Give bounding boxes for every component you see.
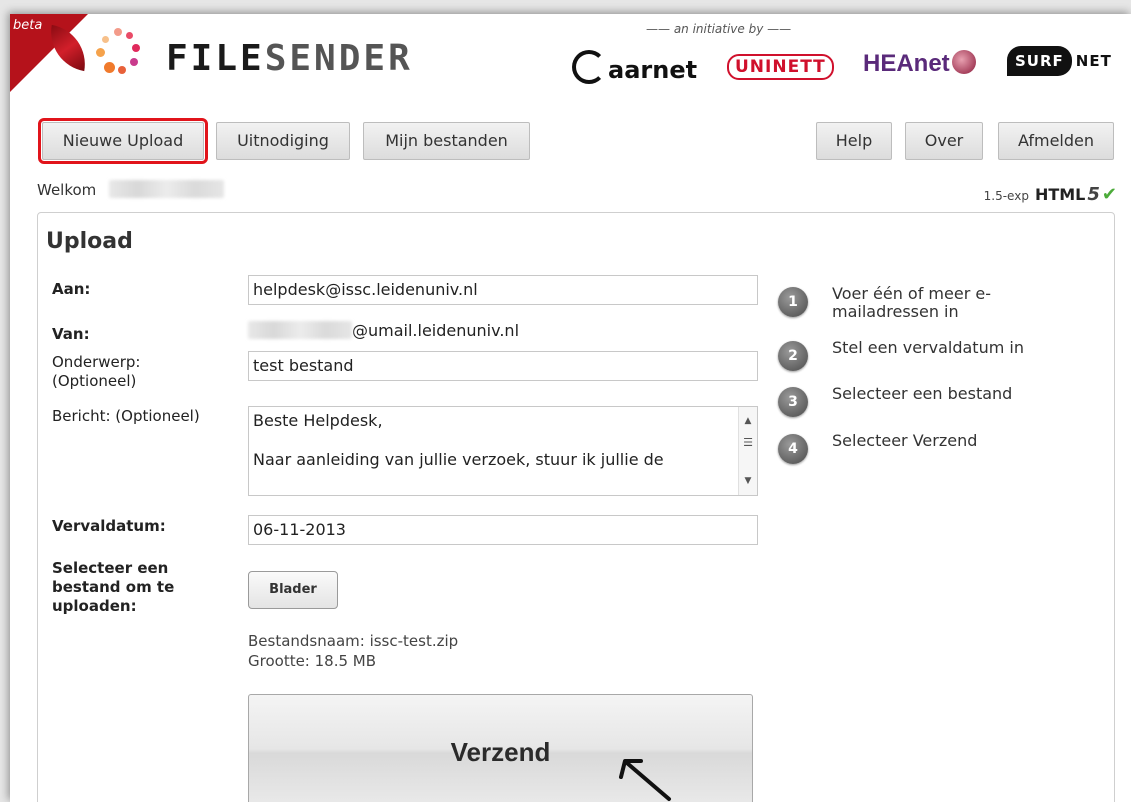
logo-sender: SENDER: [264, 38, 413, 79]
nav-logout-button[interactable]: Afmelden: [998, 122, 1114, 160]
aarnet-text: aarnet: [608, 56, 698, 84]
subject-input[interactable]: test bestand: [248, 351, 758, 381]
beta-ribbon: beta: [10, 14, 88, 92]
aarnet-logo: aarnet: [572, 50, 697, 84]
aarnet-swirl-icon: [572, 50, 606, 84]
nav-new-upload-button[interactable]: Nieuwe Upload: [38, 118, 208, 164]
send-button[interactable]: Verzend: [248, 694, 753, 802]
message-scrollbar[interactable]: ▲ ☰ ▼: [738, 407, 757, 495]
step-1-line2: mailadressen in: [832, 302, 959, 321]
scroll-down-icon[interactable]: ▼: [739, 471, 757, 491]
subject-label: Onderwerp: (Optioneel): [52, 353, 140, 391]
subject-label-line2: (Optioneel): [52, 372, 137, 390]
scroll-up-icon[interactable]: ▲: [739, 411, 757, 431]
heanet-logo: HEAnet: [863, 50, 976, 78]
nav-about-button[interactable]: Over: [905, 122, 983, 160]
file-name: Bestandsnaam: issc-test.zip: [248, 632, 459, 650]
surfnet-logo: SURF NET: [1007, 46, 1112, 76]
step-4-text: Selecteer Verzend: [832, 431, 978, 450]
step-4: 4 Selecteer Verzend: [778, 432, 1108, 466]
beta-label: beta: [13, 18, 43, 33]
message-label: Bericht: (Optioneel): [52, 407, 200, 425]
from-domain: @umail.leidenuniv.nl: [352, 321, 520, 340]
browse-button[interactable]: Blader: [248, 571, 338, 609]
nav-my-files-button[interactable]: Mijn bestanden: [363, 122, 530, 160]
initiative-label: —— an initiative by ——: [646, 22, 792, 36]
step-2-icon: 2: [778, 341, 808, 371]
step-1: 1 Voer één of meer e- mailadressen in: [778, 285, 1108, 325]
panel-title: Upload: [46, 229, 133, 254]
pointer-arrow-icon: [619, 759, 671, 801]
heanet-text: HEAnet: [863, 50, 950, 77]
step-1-line1: Voer één of meer e-: [832, 284, 991, 303]
uninett-logo: UNINETT: [727, 54, 834, 80]
step-3-text: Selecteer een bestand: [832, 384, 1013, 403]
select-label-line3: uploaden:: [52, 597, 137, 615]
to-label: Aan:: [52, 280, 91, 298]
select-file-label: Selecteer een bestand om te uploaden:: [52, 559, 174, 616]
heanet-globe-icon: [951, 50, 976, 74]
expiry-label: Vervaldatum:: [52, 517, 166, 535]
html5-label: HTML: [1034, 185, 1086, 204]
page: beta FILESENDER —— an initiative by —— a…: [10, 14, 1131, 802]
step-1-icon: 1: [778, 287, 808, 317]
to-input[interactable]: helpdesk@issc.leidenuniv.nl: [248, 275, 758, 305]
from-redacted: [248, 321, 352, 339]
file-size: Grootte: 18.5 MB: [248, 652, 377, 670]
net-text: NET: [1075, 52, 1112, 70]
username-redacted: [109, 180, 225, 198]
file-info: Bestandsnaam: issc-test.zip Grootte: 18.…: [248, 631, 458, 671]
check-icon: ✔: [1101, 184, 1117, 205]
subject-label-line1: Onderwerp:: [52, 353, 141, 371]
version-info: 1.5-exp HTML 5 ✔: [984, 184, 1117, 205]
message-textarea[interactable]: Beste Helpdesk, Naar aanleiding van jull…: [248, 406, 758, 496]
from-label: Van:: [52, 325, 90, 343]
logo-file: FILE: [166, 38, 265, 79]
html5-five: 5: [1087, 184, 1100, 205]
step-2: 2 Stel een vervaldatum in: [778, 339, 1108, 373]
version-label: 1.5-exp: [983, 189, 1029, 203]
step-1-text: Voer één of meer e- mailadressen in: [832, 285, 991, 321]
welcome-label: Welkom: [37, 181, 97, 199]
welcome-text: Welkom: [37, 180, 225, 199]
scroll-grip-icon[interactable]: ☰: [739, 433, 757, 453]
surf-text: SURF: [1007, 46, 1072, 76]
nav-invitation-button[interactable]: Uitnodiging: [216, 122, 350, 160]
from-value: @umail.leidenuniv.nl: [248, 321, 519, 340]
filesender-logo: FILESENDER: [166, 38, 413, 79]
message-line1: Beste Helpdesk,: [253, 411, 383, 430]
expiry-date-input[interactable]: 06-11-2013: [248, 515, 758, 545]
upload-panel: Upload Aan: helpdesk@issc.leidenuniv.nl …: [37, 212, 1115, 802]
step-3-icon: 3: [778, 387, 808, 417]
step-2-text: Stel een vervaldatum in: [832, 338, 1024, 357]
select-label-line1: Selecteer een: [52, 559, 169, 577]
step-3: 3 Selecteer een bestand: [778, 385, 1108, 419]
filesender-logo-icon: [92, 26, 148, 78]
step-4-icon: 4: [778, 434, 808, 464]
message-line2: Naar aanleiding van jullie verzoek, stuu…: [253, 450, 664, 469]
nav-help-button[interactable]: Help: [816, 122, 892, 160]
select-label-line2: bestand om te: [52, 578, 175, 596]
